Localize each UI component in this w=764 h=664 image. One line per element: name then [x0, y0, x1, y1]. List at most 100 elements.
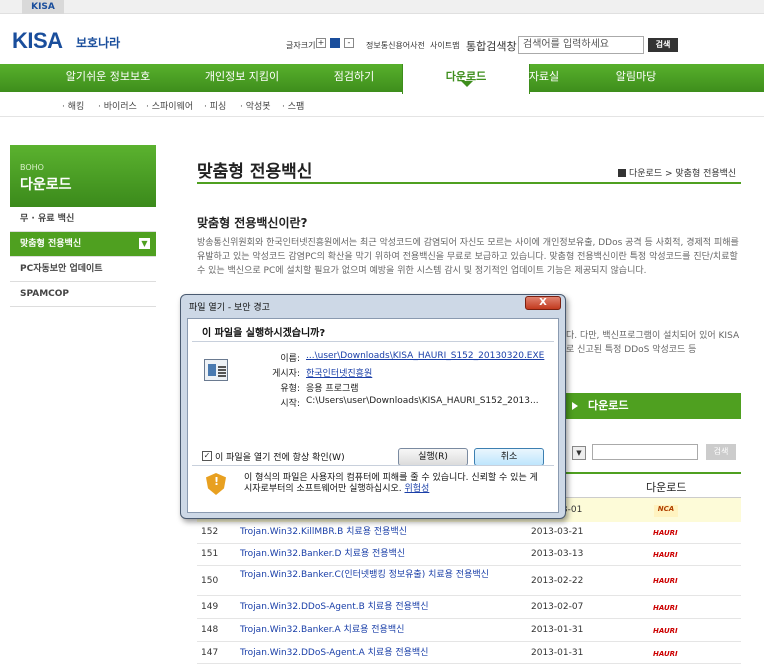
table-cell-date: 2013-01-31 — [531, 625, 584, 635]
chevron-down-icon: ▼ — [139, 238, 150, 249]
warning-message: 이 형식의 파일은 사용자의 컴퓨터에 피해를 줄 수 있습니다. 신뢰할 수 … — [244, 473, 538, 494]
hauri-logo[interactable]: HAURI — [653, 627, 678, 635]
search-input[interactable]: 검색어를 입력하세요 — [518, 36, 644, 54]
table-row: 150 Trojan.Win32.Banker.C(인터넷뱅킹 정보유출) 치료… — [197, 566, 741, 596]
chevron-down-icon — [461, 81, 473, 87]
subnav-spyware[interactable]: · 스파이웨어 — [146, 99, 193, 112]
subnav-bot[interactable]: · 악성봇 — [240, 99, 271, 112]
hauri-logo[interactable]: HAURI — [653, 577, 678, 585]
table-cell-num: 147 — [201, 648, 219, 658]
subnav-virus[interactable]: · 바이러스 — [98, 99, 137, 112]
cancel-button[interactable]: 취소 — [474, 448, 544, 466]
risk-link[interactable]: 위험성 — [405, 484, 430, 494]
search-select-dropdown[interactable]: ▼ — [572, 446, 586, 460]
table-cell-date: 2013-02-07 — [531, 602, 584, 612]
table-cell-num: 152 — [201, 527, 219, 537]
table-row: 149 Trojan.Win32.DDoS-Agent.B 치료용 전용백신 2… — [197, 596, 741, 619]
search-label: 통합검색창 — [466, 40, 517, 53]
font-reset-button[interactable] — [330, 38, 340, 48]
main-nav: 알기쉬운 정보보호 개인정보 지킴이 점검하기 다운로드 자료실 알림마당 — [0, 64, 764, 94]
table-cell-date: 2013-01-31 — [531, 648, 584, 658]
divider — [0, 116, 764, 117]
sidebar-header-title: 다운로드 — [20, 177, 72, 193]
description-text-2: 다. 다만, 백신프로그램이 설치되어 있어 KISA로 신고된 특정 DDoS… — [566, 331, 740, 355]
table-cell-title[interactable]: Trojan.Win32.DDoS-Agent.A 치료용 전용백신 — [240, 648, 512, 659]
always-ask-checkbox[interactable]: ✓ — [202, 451, 212, 461]
dialog-question: 이 파일을 실행하시겠습니까? — [202, 328, 326, 339]
font-minus-button[interactable]: - — [344, 38, 354, 48]
hauri-logo[interactable]: HAURI — [653, 551, 678, 559]
table-cell-title[interactable]: Trojan.Win32.Banker.C(인터넷뱅킹 정보유출) 치료용 전용… — [240, 570, 512, 581]
sidebar-item-custom-vaccine[interactable]: 맞춤형 전용백신 ▼ — [10, 232, 156, 257]
home-icon — [618, 169, 626, 177]
nav-item-safety[interactable]: 알기쉬운 정보보호 — [44, 64, 172, 92]
table-cell-date: 2013-03-13 — [531, 549, 584, 559]
publisher-link[interactable]: 한국인터넷진흥원 — [306, 366, 372, 379]
table-cell-num: 151 — [201, 549, 219, 559]
description-text: 방송통신위원회와 한국인터넷진흥원에서는 최근 악성코드에 감염되어 자신도 모… — [197, 238, 739, 276]
table-cell-date: 2013-02-22 — [531, 576, 584, 586]
divider — [192, 465, 554, 466]
name-label: 이름: — [280, 354, 300, 364]
title-divider — [197, 182, 741, 184]
nav-item-notice[interactable]: 알림마당 — [572, 64, 700, 92]
subnav-phishing[interactable]: · 피싱 — [204, 99, 226, 112]
from-value: C:\Users\user\Downloads\KISA_HAURI_S152_… — [306, 396, 539, 406]
file-name-link[interactable]: ...\user\Downloads\KISA_HAURI_S152_20130… — [306, 351, 544, 361]
subnav-hacking[interactable]: · 해킹 — [62, 99, 84, 112]
dialog-body: 이 파일을 실행하시겠습니까? 이름: ...\user\Downloads\K… — [187, 318, 559, 513]
dictionary-link[interactable]: 정보통신용어사전 — [366, 40, 425, 51]
sidebar-item-label: 맞춤형 전용백신 — [20, 239, 82, 249]
font-size-label: 글자크기 — [286, 41, 316, 50]
page-title: 맞춤형 전용백신 — [197, 162, 313, 182]
table-row: 151 Trojan.Win32.Banker.D 치료용 전용백신 2013-… — [197, 544, 741, 566]
table-search-button[interactable]: 검색 — [706, 444, 736, 460]
table-row: 148 Trojan.Win32.Banker.A 치료용 전용백신 2013-… — [197, 619, 741, 642]
table-cell-title[interactable]: Trojan.Win32.KillMBR.B 치료용 전용백신 — [240, 527, 512, 538]
logo-subtitle[interactable]: 보호나라 — [76, 34, 120, 51]
application-file-icon — [204, 359, 228, 381]
always-ask-label[interactable]: 이 파일을 열기 전에 항상 확인(W) — [215, 450, 345, 463]
table-header-download: 다운로드 — [646, 481, 687, 494]
exclamation-icon: ! — [214, 475, 220, 488]
subnav-spam[interactable]: · 스팸 — [282, 99, 304, 112]
table-search-input[interactable] — [592, 444, 698, 460]
sidebar-item-pc-update[interactable]: PC자동보안 업데이트 — [10, 257, 156, 282]
section-title: 맞춤형 전용백신이란? — [197, 216, 308, 230]
sidebar-header: BOHO 다운로드 — [10, 145, 156, 207]
sidebar-header-en: BOHO — [20, 163, 44, 172]
font-plus-button[interactable]: + — [316, 38, 326, 48]
table-cell-title[interactable]: Trojan.Win32.DDoS-Agent.B 치료용 전용백신 — [240, 602, 512, 613]
table-cell-title[interactable]: Trojan.Win32.Banker.D 치료용 전용백신 — [240, 549, 512, 560]
type-value: 응용 프로그램 — [306, 384, 359, 394]
top-bar: KISA — [0, 0, 764, 14]
close-button[interactable]: X — [525, 296, 561, 310]
table-row: 152 Trojan.Win32.KillMBR.B 치료용 전용백신 2013… — [197, 522, 741, 544]
divider — [192, 341, 554, 342]
table-cell-date: 2013-03-21 — [531, 527, 584, 537]
nav-item-check[interactable]: 점검하기 — [290, 64, 418, 92]
kisa-tab[interactable]: KISA — [22, 0, 64, 14]
run-button[interactable]: 실행(R) — [398, 448, 468, 466]
breadcrumb-text[interactable]: 다운로드 > 맞춤형 전용백신 — [629, 169, 736, 179]
kisa-logo[interactable]: KISA — [12, 28, 63, 54]
nav-item-privacy[interactable]: 개인정보 지킴이 — [178, 64, 306, 92]
table-row: 147 Trojan.Win32.DDoS-Agent.A 치료용 전용백신 2… — [197, 642, 741, 664]
sidebar-item-vaccine[interactable]: 무 · 유료 백신 — [10, 207, 156, 232]
hauri-logo[interactable]: HAURI — [653, 650, 678, 658]
hauri-logo[interactable]: HAURI — [653, 529, 678, 537]
search-button[interactable]: 검색 — [648, 38, 678, 52]
sidebar-item-spamcop[interactable]: SPAMCOP — [10, 282, 156, 307]
security-warning-dialog: 파일 열기 - 보안 경고 X 이 파일을 실행하시겠습니까? 이름: ...\… — [180, 294, 566, 519]
nca-logo[interactable]: NCA — [654, 505, 678, 517]
dialog-title: 파일 열기 - 보안 경고 — [189, 303, 270, 313]
hauri-logo[interactable]: HAURI — [653, 604, 678, 612]
sitemap-link[interactable]: 사이트맵 — [430, 40, 459, 51]
table-cell-num: 150 — [201, 576, 219, 586]
download-tab[interactable]: 다운로드 — [562, 393, 741, 419]
warning-text: 이 형식의 파일은 사용자의 컴퓨터에 피해를 줄 수 있습니다. 신뢰할 수 … — [244, 473, 544, 495]
publisher-label: 게시자: — [272, 369, 300, 379]
from-label: 시작: — [280, 399, 300, 409]
table-cell-title[interactable]: Trojan.Win32.Banker.A 치료용 전용백신 — [240, 625, 512, 636]
table-cell-num: 149 — [201, 602, 219, 612]
